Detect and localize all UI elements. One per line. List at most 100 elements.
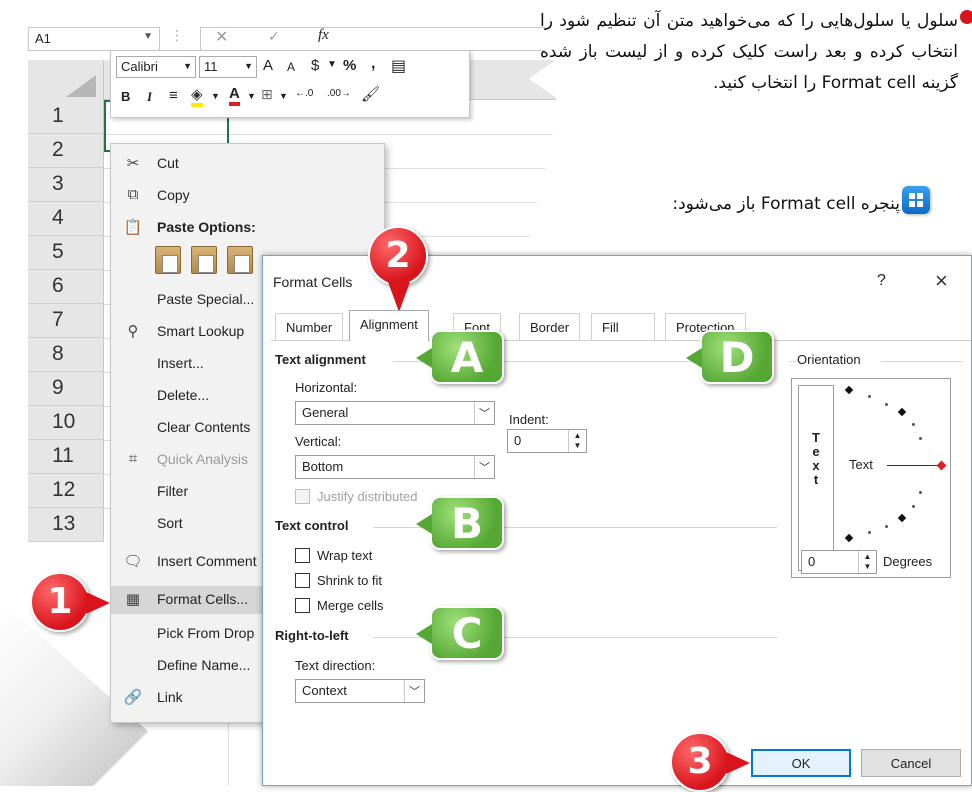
format-painter-table-icon[interactable]: ▤: [391, 56, 406, 76]
angle-dot: [912, 423, 915, 426]
decrease-decimal-icon[interactable]: .00→: [327, 88, 351, 99]
row-header[interactable]: 10: [28, 406, 104, 440]
spinner-arrows-icon[interactable]: ▲ ▼: [858, 551, 876, 573]
enter-check-icon[interactable]: ✓: [268, 28, 280, 45]
menu-item-label: Quick Analysis: [157, 451, 249, 467]
comma-icon[interactable]: ,: [371, 55, 375, 73]
fill-color-icon[interactable]: ◈: [191, 85, 203, 107]
row-header[interactable]: 6: [28, 270, 104, 304]
right-to-left-heading: Right-to-left: [275, 628, 349, 643]
angle-dot: [868, 395, 871, 398]
bullet-icon: [960, 10, 972, 24]
text-direction-select[interactable]: Context ﹀: [295, 679, 425, 703]
font-name-combo[interactable]: Calibri ▼: [116, 56, 196, 78]
indent-spinner[interactable]: 0 ▲ ▼: [507, 429, 587, 453]
currency-icon[interactable]: $: [311, 57, 319, 74]
cancel-button[interactable]: Cancel: [861, 749, 961, 777]
close-button[interactable]: ×: [935, 268, 948, 294]
horizontal-value: General: [302, 405, 349, 420]
ok-button[interactable]: OK: [751, 749, 851, 777]
shrink-to-fit-checkbox[interactable]: [295, 573, 310, 588]
row-header[interactable]: 3: [28, 168, 104, 202]
row-header[interactable]: 7: [28, 304, 104, 338]
row-header[interactable]: 13: [28, 508, 104, 542]
chevron-down-icon[interactable]: ▼: [244, 61, 253, 71]
cancel-x-icon[interactable]: ✕: [215, 27, 228, 47]
spinner-arrows-icon[interactable]: ▲ ▼: [568, 430, 586, 452]
angle-dot: [885, 403, 888, 406]
scissors-icon: ✂: [126, 155, 140, 172]
bold-icon[interactable]: B: [121, 89, 130, 104]
copy-icon: ⧉: [127, 186, 139, 203]
vertical-text-button[interactable]: T e x t: [798, 385, 834, 571]
decrease-font-icon[interactable]: A: [287, 60, 295, 74]
menu-item-copy[interactable]: ⧉ Copy: [111, 182, 386, 210]
row-header[interactable]: 8: [28, 338, 104, 372]
orientation-handle[interactable]: [936, 460, 947, 471]
orientation-heading: Orientation: [797, 352, 861, 367]
horizontal-select[interactable]: General ﹀: [295, 401, 495, 425]
chevron-down-icon[interactable]: ▼: [211, 91, 220, 101]
tab-alignment[interactable]: Alignment: [349, 310, 429, 341]
name-box[interactable]: A1 ▼: [28, 27, 160, 51]
justify-distributed-label: Justify distributed: [317, 489, 418, 504]
row-header[interactable]: 2: [28, 134, 104, 168]
format-painter-icon[interactable]: 🖌: [361, 85, 380, 103]
chevron-down-icon[interactable]: ▼: [327, 59, 337, 70]
row-header[interactable]: 12: [28, 474, 104, 508]
orientation-control[interactable]: T e x t Text: [791, 378, 951, 578]
formula-bar-separator: ⋮: [170, 27, 184, 43]
link-icon: 🔗: [123, 689, 143, 706]
menu-item-label: Pick From Drop: [157, 625, 255, 641]
chevron-down-icon[interactable]: ▼: [143, 31, 153, 42]
chevron-down-icon[interactable]: ﹀: [404, 680, 424, 702]
tab-fill[interactable]: Fill: [591, 313, 655, 340]
menu-item-label: Paste Options:: [157, 219, 256, 235]
callout-c: C: [416, 606, 504, 660]
justify-distributed-checkbox[interactable]: [295, 489, 310, 504]
chevron-down-icon[interactable]: ▼: [247, 91, 256, 101]
increase-font-icon[interactable]: A: [263, 57, 273, 74]
tab-border[interactable]: Border: [519, 313, 581, 340]
row-header[interactable]: 1: [28, 100, 104, 134]
row-header[interactable]: 11: [28, 440, 104, 474]
vertical-text-char: x: [812, 458, 820, 473]
vertical-label: Vertical:: [295, 434, 342, 449]
chevron-down-icon[interactable]: ﹀: [474, 402, 494, 424]
menu-item-cut[interactable]: ✂ Cut: [111, 150, 386, 178]
chevron-down-icon[interactable]: ﹀: [474, 456, 494, 478]
row-header[interactable]: 4: [28, 202, 104, 236]
insert-function-icon[interactable]: fx: [318, 27, 329, 44]
wrap-text-label: Wrap text: [317, 548, 373, 563]
paste-values-icon[interactable]: [227, 246, 253, 274]
chevron-down-icon[interactable]: ▼: [183, 61, 192, 71]
chevron-down-icon[interactable]: ▼: [279, 91, 288, 101]
font-color-icon[interactable]: A: [229, 85, 240, 106]
degrees-spinner[interactable]: 0 ▲ ▼: [801, 550, 877, 574]
menu-item-label: Copy: [157, 187, 190, 203]
wrap-text-checkbox[interactable]: [295, 548, 310, 563]
align-center-icon[interactable]: ≡: [169, 87, 178, 104]
borders-icon[interactable]: ⊞: [261, 86, 273, 103]
step-2-callout: 2: [368, 226, 428, 312]
merge-cells-checkbox[interactable]: [295, 598, 310, 613]
menu-item-paste-options: 📋 Paste Options:: [111, 214, 386, 242]
italic-icon[interactable]: I: [147, 89, 152, 105]
menu-item-label: Filter: [157, 483, 189, 499]
help-button[interactable]: ?: [877, 272, 886, 290]
paste-formulas-icon[interactable]: [191, 246, 217, 274]
angle-dot: [919, 491, 922, 494]
degrees-value: 0: [808, 554, 816, 569]
step-1-callout: 1: [30, 572, 110, 632]
font-name-value: Calibri: [121, 59, 158, 74]
row-header[interactable]: 5: [28, 236, 104, 270]
menu-item-label: Sort: [157, 515, 183, 531]
horizontal-label: Horizontal:: [295, 380, 358, 395]
percent-icon[interactable]: %: [343, 57, 356, 74]
font-size-combo[interactable]: 11 ▼: [199, 56, 257, 78]
tab-number[interactable]: Number: [275, 313, 344, 340]
increase-decimal-icon[interactable]: ←.0: [295, 88, 313, 99]
vertical-select[interactable]: Bottom ﹀: [295, 455, 495, 479]
paste-icon[interactable]: [155, 246, 181, 274]
row-header[interactable]: 9: [28, 372, 104, 406]
